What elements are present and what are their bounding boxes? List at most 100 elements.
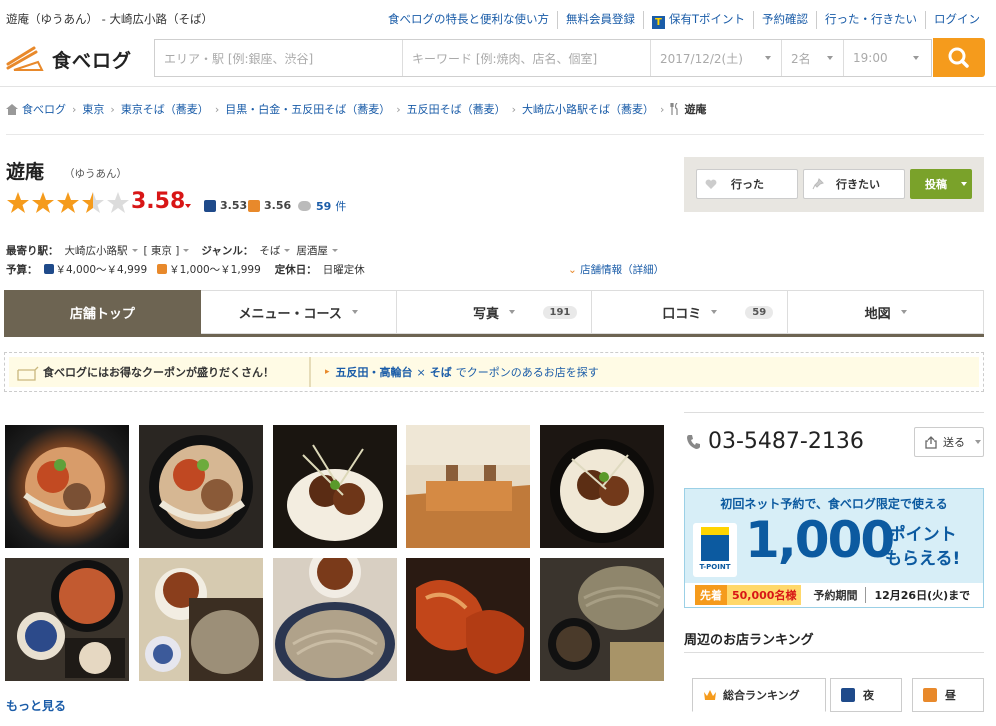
ranking-tab-label: 総合ランキング — [723, 689, 800, 702]
chevron-down-icon — [131, 249, 138, 252]
went-button[interactable]: 行った — [696, 169, 798, 199]
chevron-down-icon[interactable] — [185, 204, 191, 208]
date-select[interactable]: 2017/12/2(土) — [651, 40, 782, 76]
photo-thumbnail[interactable] — [5, 558, 129, 681]
genre-value[interactable]: そば — [259, 245, 280, 257]
share-icon — [925, 435, 937, 449]
day-score: 3.56 — [248, 199, 291, 212]
register-link[interactable]: 無料会員登録 — [556, 11, 643, 29]
coupon-text: 食べログにはお得なクーポンが盛りだくさん！ — [9, 357, 311, 387]
breadcrumb-item[interactable]: 東京そば（蕎麦） — [121, 101, 209, 117]
ranking-tab-label: 昼 — [945, 689, 956, 702]
photo-image — [139, 558, 263, 681]
ranking-tab-overall[interactable]: 総合ランキング — [692, 678, 826, 712]
photo-image — [273, 558, 397, 681]
share-label: 送る — [943, 436, 965, 449]
coupon-times: × — [416, 365, 426, 379]
day-score-value: 3.56 — [264, 199, 292, 212]
ranking-tab-night[interactable]: 夜 — [830, 678, 902, 712]
photo-thumbnail[interactable] — [273, 558, 397, 681]
review-count[interactable]: 59 件 — [298, 198, 346, 214]
photo-thumbnail[interactable] — [406, 425, 530, 548]
photo-thumbnail[interactable] — [406, 558, 530, 681]
share-button[interactable]: 送る — [914, 427, 984, 457]
search-button[interactable] — [933, 38, 985, 77]
keyword-input[interactable]: キーワード [例:焼肉、店名、個室] — [403, 40, 651, 76]
login-link[interactable]: ログイン — [925, 11, 988, 29]
genre-value[interactable]: 居酒屋 — [296, 245, 328, 257]
rating-score[interactable]: 3.58 — [131, 189, 185, 214]
fork-knife-icon — [670, 103, 679, 115]
time-value: 19:00 — [853, 51, 888, 65]
detail-link[interactable]: ⌄ 店舗情報（詳細） — [568, 262, 664, 277]
shop-name: 遊庵 — [6, 161, 45, 183]
breadcrumb-item[interactable]: 目黒・白金・五反田そば（蕎麦） — [225, 101, 390, 117]
photo-image — [406, 425, 530, 548]
coupon-genre[interactable]: そば — [430, 364, 452, 380]
breadcrumb-item[interactable]: 食べログ — [22, 101, 66, 117]
went-want-link[interactable]: 行った・行きたい — [816, 11, 925, 29]
detail-link-label: 店舗情報（詳細） — [580, 264, 665, 276]
chevron-down-icon — [183, 249, 190, 252]
ranking-tab-day[interactable]: 昼 — [912, 678, 984, 712]
chevron-right-icon: ▸ — [325, 367, 330, 377]
night-score: 3.53 — [204, 199, 247, 212]
coupon-search-link[interactable]: ▸ 五反田・高輪台 × そば でクーポンのあるお店を探す — [311, 364, 599, 380]
chevron-down-icon — [900, 310, 907, 314]
breadcrumb-item[interactable]: 東京 — [82, 101, 104, 117]
banner-deadline: 12月26日(火)まで — [865, 587, 970, 603]
banner-headline: 初回ネット予約で、食べログ限定で使える — [720, 497, 948, 511]
night-score-value: 3.53 — [220, 199, 248, 212]
chevron-down-icon — [351, 310, 358, 314]
banner-count: 50,000名様 — [727, 585, 802, 605]
tpoint-banner[interactable]: 初回ネット予約で、食べログ限定で使える T-POINT 1,000 ポイント もら… — [684, 488, 984, 608]
tpoint-icon: T — [651, 16, 665, 29]
people-select[interactable]: 2名 — [782, 40, 844, 76]
sun-icon — [157, 264, 168, 274]
coupon-area[interactable]: 五反田・高輪台 — [336, 364, 413, 380]
star-icon — [57, 192, 79, 213]
chevron-down-icon: ⌄ — [568, 264, 577, 276]
chevron-down-icon — [711, 310, 718, 314]
photo-thumbnail[interactable] — [540, 425, 664, 548]
area-input[interactable]: エリア・駅 [例:銀座、渋谷] — [155, 40, 403, 76]
post-button[interactable]: 投稿 — [910, 169, 972, 199]
tpoint-link[interactable]: T 保有Tポイント — [642, 11, 753, 29]
breadcrumb-item[interactable]: 五反田そば（蕎麦） — [407, 101, 506, 117]
features-link[interactable]: 食べログの特長と便利な使い方 — [380, 11, 557, 29]
coupon-suffix: でクーポンのあるお店を探す — [455, 366, 599, 379]
want-button[interactable]: 行きたい — [803, 169, 905, 199]
banner-points-line2: もらえる! — [885, 549, 961, 569]
moon-icon — [841, 688, 855, 702]
tab-menu[interactable]: メニュー・コース — [200, 290, 397, 334]
tab-label: メニュー・コース — [238, 306, 342, 322]
tab-top[interactable]: 店舗トップ — [4, 290, 201, 334]
home-icon — [6, 103, 18, 115]
more-photos-link[interactable]: もっと見る — [6, 697, 66, 714]
budget-holiday-row: 予算： ￥4,000～￥4,999 ￥1,000～￥1,999 定休日： 日曜定休 — [6, 262, 365, 277]
banner-points-line1: ポイント — [888, 525, 957, 545]
station-value[interactable]: 大崎広小路駅 — [65, 245, 128, 257]
reservation-link[interactable]: 予約確認 — [753, 11, 816, 29]
station-genre-row: 最寄り駅： 大崎広小路駅 [ 東京 ] ジャンル： そば 居酒屋 — [6, 243, 344, 258]
tab-map[interactable]: 地図 — [788, 290, 984, 334]
photo-thumbnail[interactable] — [139, 425, 263, 548]
photo-thumbnail[interactable] — [540, 558, 664, 681]
search-icon — [948, 47, 969, 68]
moon-icon — [43, 264, 54, 274]
area-value[interactable]: [ 東京 ] — [144, 245, 180, 257]
photo-thumbnail[interactable] — [139, 558, 263, 681]
photo-thumbnail[interactable] — [5, 425, 129, 548]
tabelog-logo[interactable]: 食べログ — [6, 44, 138, 72]
tab-photos[interactable]: 写真 191 — [396, 290, 593, 334]
breadcrumb-item[interactable]: 大崎広小路駅そば（蕎麦） — [522, 101, 654, 117]
went-label: 行った — [731, 178, 764, 191]
tpoint-link-label: 保有Tポイント — [668, 12, 745, 26]
tab-reviews[interactable]: 口コミ 59 — [592, 290, 789, 334]
photo-thumbnail[interactable] — [273, 425, 397, 548]
phone-number[interactable]: 03-5487-2136 — [708, 429, 864, 454]
time-select[interactable]: 19:00 — [844, 40, 929, 76]
period-label: 予約期間 — [813, 589, 858, 602]
shop-tabs: 店舗トップ メニュー・コース 写真 191 口コミ 59 地図 — [4, 290, 984, 337]
crown-icon — [704, 690, 716, 700]
